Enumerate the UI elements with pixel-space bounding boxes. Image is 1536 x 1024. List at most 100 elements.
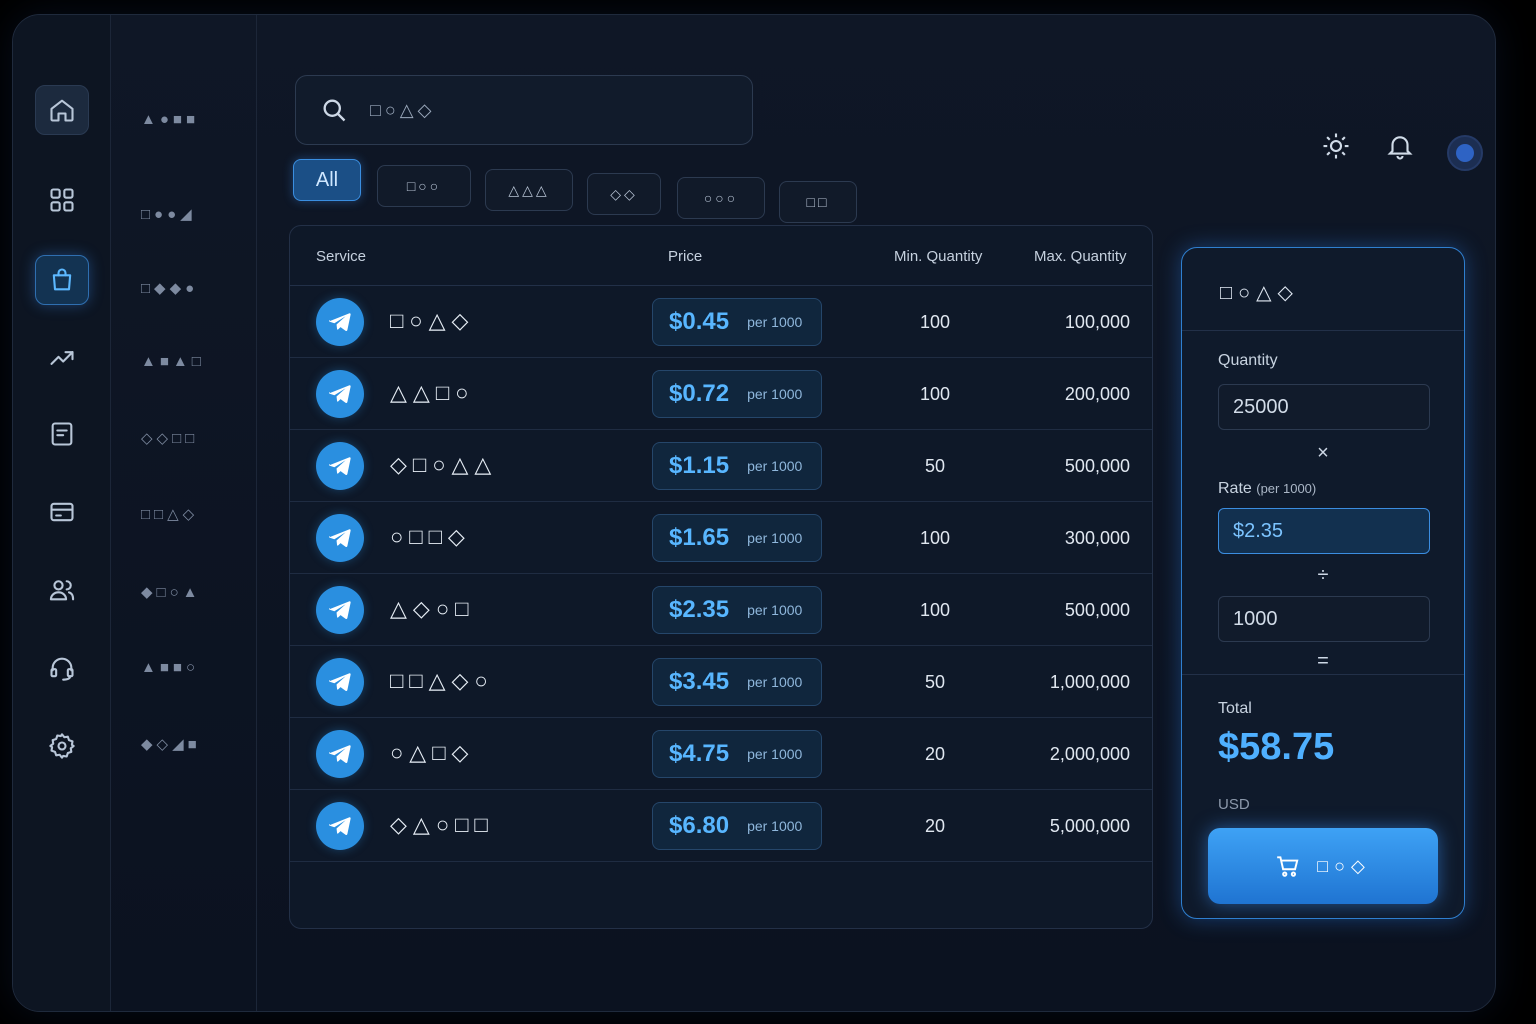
max-quantity: 500,000 [1064,456,1130,476]
table-row[interactable]: □○△◇ $0.45 per 1000 100 100,000 [290,286,1152,358]
notification-bell-icon[interactable] [1385,131,1415,161]
price-badge: $3.45 per 1000 [652,658,822,706]
theme-toggle-sun-icon[interactable] [1321,131,1351,161]
price-unit: per 1000 [747,458,803,474]
dashboard-icon[interactable] [35,175,89,225]
price-unit: per 1000 [747,674,803,690]
price-unit: per 1000 [747,314,803,330]
telegram-icon [316,802,364,850]
users-icon[interactable] [35,565,89,615]
calculator-title: □○△◇ [1220,282,1299,304]
settings-gear-icon[interactable] [35,721,89,771]
header-min-quantity: Min. Quantity [894,248,983,265]
min-quantity: 20 [924,816,946,836]
nav-item-1[interactable]: ▲●■■ [141,111,199,128]
service-name: ○□□◇ [390,524,471,549]
nav-item-2[interactable]: □●●◢ [141,205,196,223]
nav-item-4[interactable]: ▲■▲□ [141,353,205,370]
filter-chip-3[interactable]: △△△ [485,169,573,211]
max-quantity: 300,000 [1064,528,1130,548]
services-table: Service Price Min. Quantity Max. Quantit… [289,225,1153,929]
header-service: Service [316,248,367,265]
price-unit: per 1000 [747,386,803,402]
price-unit: per 1000 [747,602,803,618]
price-unit: per 1000 [747,530,803,546]
service-name: △△□○ [390,380,475,405]
buy-button-label: □○◇ [1317,855,1371,876]
buy-button[interactable]: □○◇ [1208,828,1438,904]
filter-chip-4[interactable]: ◇◇ [587,173,661,215]
telegram-icon [316,442,364,490]
shopping-bag-icon[interactable] [35,255,89,305]
service-name: ○△□◇ [390,740,475,765]
rate-label: Rate (per 1000) [1218,480,1316,498]
max-quantity: 500,000 [1064,600,1130,620]
nav-item-7[interactable]: ◆□○▲ [141,583,202,601]
avatar[interactable] [1447,135,1483,171]
table-row[interactable]: ○□□◇ $1.65 per 1000 100 300,000 [290,502,1152,574]
min-quantity: 100 [919,312,951,332]
support-icon[interactable] [35,643,89,693]
service-name: ◇△○□□ [390,812,494,837]
search-bar[interactable]: □○△◇ [295,75,753,145]
nav-item-3[interactable]: □◆◆● [141,279,198,297]
price-value: $0.72 [669,380,730,407]
total-label: Total [1218,700,1252,717]
app-window: ▲●■■ □●●◢ □◆◆● ▲■▲□ ◇◇□□ □□△◇ ◆□○▲ ▲■■○ … [12,14,1496,1012]
service-name: ◇□○△△ [390,452,498,477]
price-value: $6.80 [669,812,730,839]
total-value: $58.75 [1218,726,1335,768]
cart-icon [1277,856,1299,877]
header-max-quantity: Max. Quantity [1034,248,1127,265]
max-quantity: 200,000 [1064,384,1130,404]
table-row[interactable]: △◇○□ $2.35 per 1000 100 500,000 [290,574,1152,646]
divisor-input[interactable]: 1000 [1218,596,1430,642]
price-badge: $0.45 per 1000 [652,298,822,346]
table-row[interactable]: ◇△○□□ $6.80 per 1000 20 5,000,000 [290,790,1152,862]
max-quantity: 1,000,000 [1049,672,1130,692]
price-value: $3.45 [669,668,730,695]
price-value: $2.35 [669,596,730,623]
nav-item-9[interactable]: ◆◇◢■ [141,735,201,753]
nav-item-5[interactable]: ◇◇□□ [141,429,198,447]
search-input[interactable]: □○△◇ [370,100,435,121]
quantity-label: Quantity [1218,352,1278,369]
nav-item-6[interactable]: □□△◇ [141,505,198,523]
filter-chip-all[interactable]: All [293,159,361,201]
max-quantity: 5,000,000 [1049,816,1130,836]
filter-chip-2[interactable]: □○○ [377,165,471,207]
header-price: Price [668,248,703,265]
table-row[interactable]: ○△□◇ $4.75 per 1000 20 2,000,000 [290,718,1152,790]
telegram-icon [316,514,364,562]
orders-icon[interactable] [35,409,89,459]
price-value: $0.45 [669,308,730,335]
table-header: Service Price Min. Quantity Max. Quantit… [290,226,1152,286]
rate-label-note: (per 1000) [1256,481,1317,496]
secondary-nav: ▲●■■ □●●◢ □◆◆● ▲■▲□ ◇◇□□ □□△◇ ◆□○▲ ▲■■○ … [111,15,257,1011]
table-row[interactable]: □□△◇○ $3.45 per 1000 50 1,000,000 [290,646,1152,718]
price-badge: $0.72 per 1000 [652,370,822,418]
telegram-icon [316,730,364,778]
price-unit: per 1000 [747,746,803,762]
quantity-input[interactable]: 25000 [1218,384,1430,430]
service-name: △◇○□ [390,596,475,621]
service-name: □○△◇ [390,308,475,333]
order-calculator: □○△◇ Quantity 25000 × Rate (per 1000) $2… [1181,247,1465,919]
filter-chip-6[interactable]: □□ [779,181,857,223]
trending-icon[interactable] [35,333,89,383]
filter-chip-5[interactable]: ○○○ [677,177,765,219]
rate-input[interactable]: $2.35 [1218,508,1430,554]
min-quantity: 50 [924,456,946,476]
divide-operator: ÷ [1317,564,1329,586]
price-value: $4.75 [669,740,730,767]
table-row[interactable]: △△□○ $0.72 per 1000 100 200,000 [290,358,1152,430]
price-value: $1.65 [669,524,730,551]
min-quantity: 50 [924,672,946,692]
price-badge: $1.65 per 1000 [652,514,822,562]
price-unit: per 1000 [747,818,803,834]
telegram-icon [316,370,364,418]
card-icon[interactable] [35,487,89,537]
table-row[interactable]: ◇□○△△ $1.15 per 1000 50 500,000 [290,430,1152,502]
home-icon[interactable] [35,85,89,135]
nav-item-8[interactable]: ▲■■○ [141,659,199,676]
